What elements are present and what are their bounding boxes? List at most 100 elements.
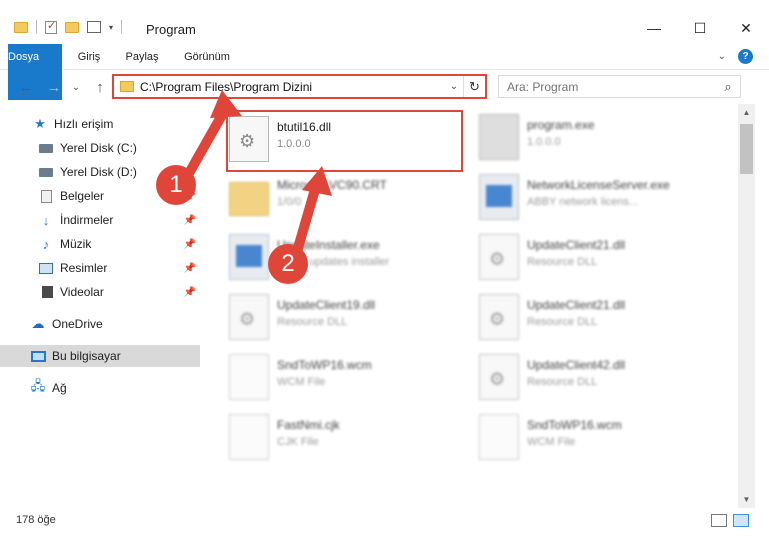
scroll-up-arrow-icon[interactable]: ▲	[738, 104, 755, 121]
file-subtitle: Resource DLL	[277, 316, 348, 328]
drive-icon	[38, 141, 54, 155]
file-item[interactable]: SndToWP16.wcm WCM File	[479, 408, 714, 464]
sidebar-item-quick-access[interactable]: ★ Hızlı erişim	[0, 113, 200, 135]
scroll-down-arrow-icon[interactable]: ▼	[738, 491, 755, 508]
file-list: btutil16.dll 1.0.0.0 program.exe 1.0.0.0…	[213, 104, 738, 508]
item-count: 178 öğe	[16, 514, 56, 526]
minimize-button[interactable]: —	[631, 14, 677, 42]
sidebar-item-label: Videolar	[60, 285, 104, 299]
file-name: NetworkLicenseServer.exe	[527, 178, 670, 192]
tab-view[interactable]: Görünüm	[176, 44, 238, 70]
file-name: FastNmi.cjk	[277, 418, 340, 432]
sidebar-item-label: Müzik	[60, 237, 92, 251]
sidebar-item-label: Hızlı erişim	[54, 117, 114, 131]
cloud-icon: ☁	[31, 316, 45, 331]
exe-file-icon	[479, 114, 519, 160]
address-dropdown-chevron-icon[interactable]: ⌄	[445, 81, 463, 92]
back-arrow-icon[interactable]: ←	[16, 76, 36, 98]
forward-arrow-icon[interactable]: →	[44, 76, 64, 98]
sidebar-item-label: Ağ	[52, 381, 67, 395]
application-icon	[479, 174, 519, 220]
folder-icon	[229, 182, 269, 216]
pin-icon[interactable]: 📌	[184, 239, 196, 250]
view-toggle	[711, 514, 749, 527]
folder-icon	[120, 81, 134, 92]
step-badge-1: 1	[156, 165, 196, 205]
up-arrow-icon[interactable]: ↑	[90, 76, 110, 98]
file-subtitle: Resource DLL	[527, 256, 598, 268]
file-item[interactable]: FastNmi.cjk CJK File	[229, 408, 464, 464]
sidebar-item-downloads[interactable]: ↓ İndirmeler 📌	[0, 209, 200, 231]
sidebar-item-local-disk-c[interactable]: Yerel Disk (C:)	[0, 137, 200, 159]
blank-file-icon	[229, 414, 269, 460]
file-item[interactable]: UpdateClient21.dll Resource DLL	[479, 288, 714, 344]
sidebar-item-label: İndirmeler	[60, 213, 114, 227]
dll-file-icon	[229, 294, 269, 340]
tab-home[interactable]: Giriş	[66, 44, 112, 70]
toolbar-separator	[36, 20, 37, 34]
file-item[interactable]: Microsoft.VC90.CRT 1/0/0	[229, 168, 464, 224]
customize-toolbar-chevron-icon[interactable]: ▾	[109, 23, 113, 32]
maximize-button[interactable]: ☐	[677, 14, 723, 42]
file-subtitle: 1.0.0.0	[527, 136, 561, 148]
file-item[interactable]: SndToWP16.wcm WCM File	[229, 348, 464, 404]
title-bar: ▾ Program — ☐ ✕	[0, 0, 769, 44]
vertical-scrollbar[interactable]: ▲ ▼	[738, 104, 755, 508]
file-subtitle: Resource DLL	[527, 376, 598, 388]
sidebar-item-videos[interactable]: Videolar 📌	[0, 281, 200, 303]
application-icon	[229, 234, 269, 280]
file-name: UpdateClient42.dll	[527, 358, 626, 372]
window-controls: — ☐ ✕	[631, 14, 769, 42]
file-item[interactable]: UpdateInstaller.exe ABBY updates install…	[229, 228, 464, 284]
pin-icon[interactable]: 📌	[184, 263, 196, 274]
quick-access-toolbar: ▾	[14, 19, 123, 34]
help-icon[interactable]: ?	[738, 49, 753, 64]
navigation-bar: ← → ⌄ ↑ C:\Program Files\Program Dizini …	[0, 72, 769, 102]
pin-icon[interactable]: 📌	[184, 215, 196, 226]
folder-icon[interactable]	[14, 21, 28, 33]
recent-locations-chevron-icon[interactable]: ⌄	[66, 76, 86, 98]
file-item[interactable]: UpdateClient19.dll Resource DLL	[229, 288, 464, 344]
step-badge-2: 2	[268, 244, 308, 284]
view-properties-icon[interactable]	[87, 21, 101, 33]
scrollbar-thumb[interactable]	[740, 124, 753, 174]
sidebar-item-network[interactable]: 🖧 Ağ	[0, 377, 200, 399]
address-path[interactable]: C:\Program Files\Program Dizini	[140, 80, 445, 94]
window-title: Program	[146, 22, 196, 37]
sidebar-item-pictures[interactable]: Resimler 📌	[0, 257, 200, 279]
collapse-ribbon-icon[interactable]: ⌄	[718, 51, 726, 62]
sidebar-item-music[interactable]: ♪ Müzik 📌	[0, 233, 200, 255]
blank-file-icon	[479, 414, 519, 460]
file-subtitle: CJK File	[277, 436, 319, 448]
search-icon[interactable]: ⌕	[716, 79, 740, 95]
close-button[interactable]: ✕	[723, 14, 769, 42]
file-item[interactable]: UpdateClient42.dll Resource DLL	[479, 348, 714, 404]
drive-icon	[38, 165, 54, 179]
address-bar[interactable]: C:\Program Files\Program Dizini ⌄ ↻	[112, 74, 487, 99]
search-box[interactable]: ⌕	[498, 75, 741, 98]
file-item[interactable]: program.exe 1.0.0.0	[479, 108, 714, 164]
sidebar-item-label: Yerel Disk (C:)	[60, 141, 137, 155]
large-icons-view-icon[interactable]	[733, 514, 749, 527]
properties-check-icon[interactable]	[45, 19, 57, 34]
tab-share[interactable]: Paylaş	[116, 44, 168, 70]
new-folder-icon[interactable]	[65, 21, 79, 33]
status-bar: 178 öğe	[0, 508, 769, 539]
file-name: UpdateClient21.dll	[527, 298, 626, 312]
file-name: UpdateClient19.dll	[277, 298, 376, 312]
file-subtitle: WCM File	[527, 436, 576, 448]
sidebar-item-onedrive[interactable]: ☁ OneDrive	[0, 313, 200, 335]
file-item[interactable]: NetworkLicenseServer.exe ABBY network li…	[479, 168, 714, 224]
pin-icon[interactable]: 📌	[184, 287, 196, 298]
details-view-icon[interactable]	[711, 514, 727, 527]
sidebar-item-this-pc[interactable]: Bu bilgisayar	[0, 345, 200, 367]
refresh-icon[interactable]: ↻	[463, 76, 485, 97]
search-input[interactable]	[499, 79, 716, 94]
file-item[interactable]: UpdateClient21.dll Resource DLL	[479, 228, 714, 284]
file-name: UpdateClient21.dll	[527, 238, 626, 252]
computer-icon	[30, 349, 46, 363]
file-subtitle: Resource DLL	[527, 316, 598, 328]
file-name: SndToWP16.wcm	[527, 418, 622, 432]
music-icon: ♪	[42, 236, 50, 252]
sidebar-item-label: OneDrive	[52, 317, 103, 331]
